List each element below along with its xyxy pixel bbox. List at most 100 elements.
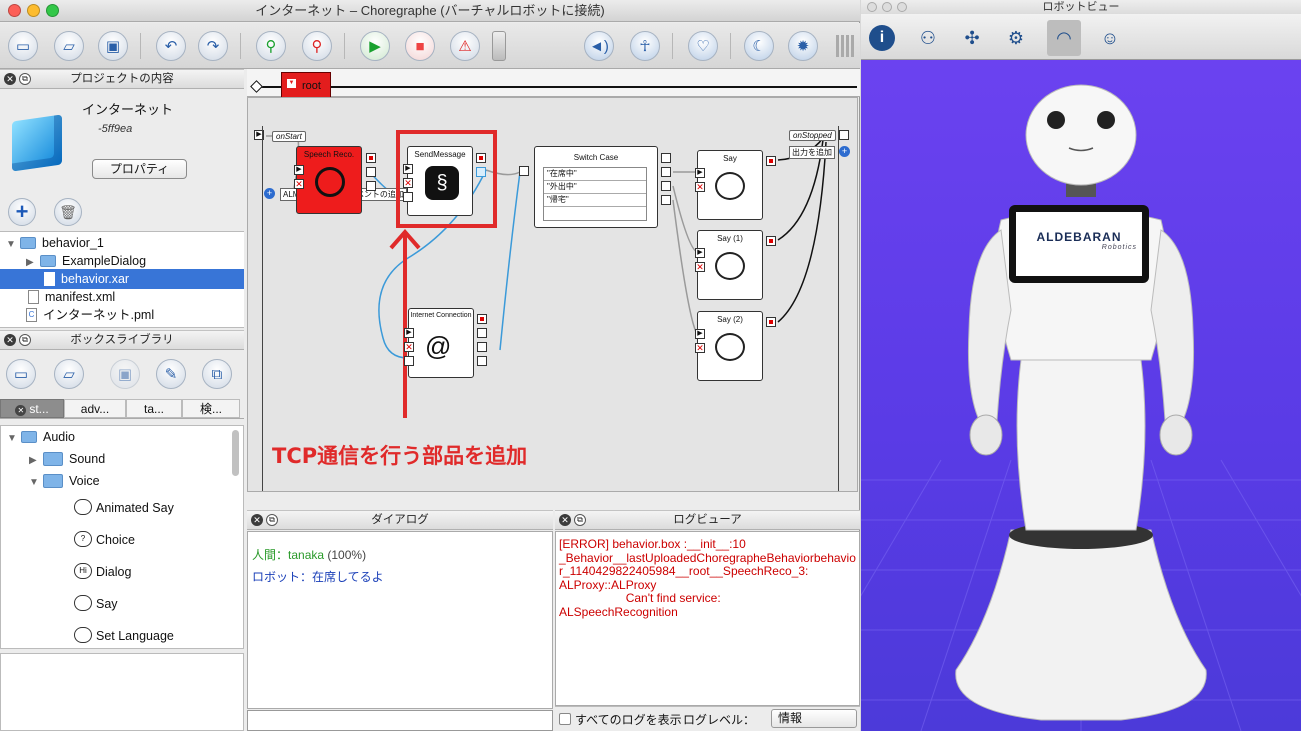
volume-icon[interactable]: ◄): [584, 31, 614, 61]
internet-onstart-port[interactable]: ▶: [404, 328, 414, 338]
close-panel-icon[interactable]: ✕: [251, 514, 263, 526]
add-almemory-icon[interactable]: +: [264, 188, 275, 199]
zoom-window-button[interactable]: [897, 2, 907, 12]
switch-case-input-port[interactable]: [519, 166, 529, 176]
open-project-icon[interactable]: ▱: [54, 31, 84, 61]
tab-tablet[interactable]: ta...: [126, 399, 182, 418]
say1-box[interactable]: Say (1): [697, 230, 763, 300]
say2-output-port[interactable]: [766, 317, 776, 327]
say2-box[interactable]: Say (2): [697, 311, 763, 381]
rest-icon[interactable]: ☾: [744, 31, 774, 61]
library-folder-voice[interactable]: ▼ Voice: [29, 471, 100, 491]
detach-panel-icon[interactable]: ⧉: [19, 334, 31, 346]
minimize-window-button[interactable]: [27, 4, 40, 17]
internet-out-2[interactable]: [477, 328, 487, 338]
save-library-icon[interactable]: ▣: [110, 359, 140, 389]
flow-diagram-canvas[interactable]: ▶ onStart onStopped 出力を追加 + ALMemory からの…: [247, 97, 858, 492]
internet-out-3[interactable]: [477, 342, 487, 352]
tab-search[interactable]: 検...: [182, 399, 240, 418]
toolbar-overflow-icon[interactable]: [836, 35, 856, 57]
minimize-window-button[interactable]: [882, 2, 892, 12]
joints-icon[interactable]: ✣: [955, 22, 989, 54]
add-output-icon[interactable]: +: [839, 146, 850, 157]
switch-case-box[interactable]: Switch Case "在席中" "外出中" "帰宅": [534, 146, 658, 228]
switch-case-out-4[interactable]: [661, 195, 671, 205]
close-panel-icon[interactable]: ✕: [559, 514, 571, 526]
robot-3d-view[interactable]: ALDEBARAN Robotics: [861, 60, 1301, 731]
new-library-icon[interactable]: ▭: [6, 359, 36, 389]
new-project-icon[interactable]: ▭: [8, 31, 38, 61]
case-row[interactable]: "帰宅": [544, 194, 646, 207]
library-scrollbar[interactable]: [232, 430, 239, 476]
root-dropdown-icon[interactable]: ▼: [287, 79, 296, 88]
say1-output-port[interactable]: [766, 236, 776, 246]
internet-out-4[interactable]: [477, 356, 487, 366]
debug-warning-icon[interactable]: ⚠: [450, 31, 480, 61]
info-icon[interactable]: i: [865, 22, 899, 54]
internet-connection-box[interactable]: Internet Connection @: [408, 308, 474, 378]
case-row[interactable]: "外出中": [544, 181, 646, 194]
connect-icon[interactable]: ⚲: [256, 31, 286, 61]
internet-output-port[interactable]: [477, 314, 487, 324]
delete-item-button[interactable]: 🗑: [54, 198, 82, 226]
library-item-choice[interactable]: ? Choice: [74, 529, 135, 551]
play-icon[interactable]: ▶: [360, 31, 390, 61]
add-item-button[interactable]: +: [8, 198, 36, 226]
close-panel-icon[interactable]: ✕: [4, 73, 16, 85]
dialog-input[interactable]: [247, 710, 553, 731]
disconnect-icon[interactable]: ⚲: [302, 31, 332, 61]
stiffness-icon[interactable]: ☥: [630, 31, 660, 61]
internet-onstop-port[interactable]: ✕: [404, 342, 414, 352]
autonomous-life-icon[interactable]: ♡: [688, 31, 718, 61]
speech-reco-box[interactable]: Speech Reco.: [296, 146, 362, 214]
detach-panel-icon[interactable]: ⧉: [574, 514, 586, 526]
say-onstart-port[interactable]: ▶: [695, 168, 705, 178]
library-folder-audio[interactable]: ▼ Audio: [7, 427, 75, 447]
add-output-label[interactable]: 出力を追加: [789, 146, 835, 159]
close-window-button[interactable]: [867, 2, 877, 12]
root-diagram-tab[interactable]: ▼ root: [281, 72, 331, 99]
on-stopped-output[interactable]: [839, 130, 849, 140]
say-box[interactable]: Say: [697, 150, 763, 220]
case-row[interactable]: [544, 207, 646, 220]
detach-panel-icon[interactable]: ⧉: [19, 73, 31, 85]
wake-up-icon[interactable]: ✹: [788, 31, 818, 61]
speech-reco-onstart-port[interactable]: ▶: [294, 165, 304, 175]
switch-case-out-3[interactable]: [661, 181, 671, 191]
switch-case-out-1[interactable]: [661, 153, 671, 163]
library-item-set-language[interactable]: Set Language: [74, 625, 174, 647]
volume-bar-icon[interactable]: [492, 31, 506, 61]
tree-item-pml[interactable]: C インターネット.pml: [0, 305, 244, 325]
library-item-dialog[interactable]: Hi Dialog: [74, 561, 131, 583]
close-window-button[interactable]: [8, 4, 21, 17]
save-project-icon[interactable]: ▣: [98, 31, 128, 61]
library-manager-icon[interactable]: ⧉: [202, 359, 232, 389]
say2-onstop-port[interactable]: ✕: [695, 343, 705, 353]
properties-button[interactable]: プロパティ: [92, 159, 187, 179]
speech-reco-word-port[interactable]: [366, 167, 376, 177]
open-library-icon[interactable]: ▱: [54, 359, 84, 389]
close-panel-icon[interactable]: ✕: [4, 334, 16, 346]
detach-panel-icon[interactable]: ⧉: [266, 514, 278, 526]
sonar-view-icon[interactable]: ◠: [1047, 20, 1081, 56]
say-onstop-port[interactable]: ✕: [695, 182, 705, 192]
motors-icon[interactable]: ⚙: [999, 22, 1033, 54]
case-row[interactable]: "在席中": [544, 168, 646, 181]
say1-onstop-port[interactable]: ✕: [695, 262, 705, 272]
switch-case-out-2[interactable]: [661, 167, 671, 177]
tab-standard[interactable]: ✕ st...: [0, 399, 64, 418]
undo-icon[interactable]: ↶: [156, 31, 186, 61]
tree-item-example-dialog[interactable]: ▶ ExampleDialog: [0, 251, 244, 271]
tree-item-behavior-xar[interactable]: behavior.xar: [0, 269, 244, 289]
stop-icon[interactable]: ■: [405, 31, 435, 61]
tree-item-manifest[interactable]: manifest.xml: [0, 287, 244, 307]
edit-library-icon[interactable]: ✎: [156, 359, 186, 389]
log-level-select[interactable]: 情報: [771, 709, 857, 728]
speech-reco-output-port-2[interactable]: [366, 181, 376, 191]
library-item-animated-say[interactable]: Animated Say: [74, 497, 174, 519]
tab-advanced[interactable]: adv...: [64, 399, 126, 418]
say2-onstart-port[interactable]: ▶: [695, 329, 705, 339]
face-detection-icon[interactable]: ☺: [1093, 22, 1127, 54]
show-all-logs-checkbox[interactable]: [559, 713, 571, 725]
speech-reco-output-port[interactable]: [366, 153, 376, 163]
